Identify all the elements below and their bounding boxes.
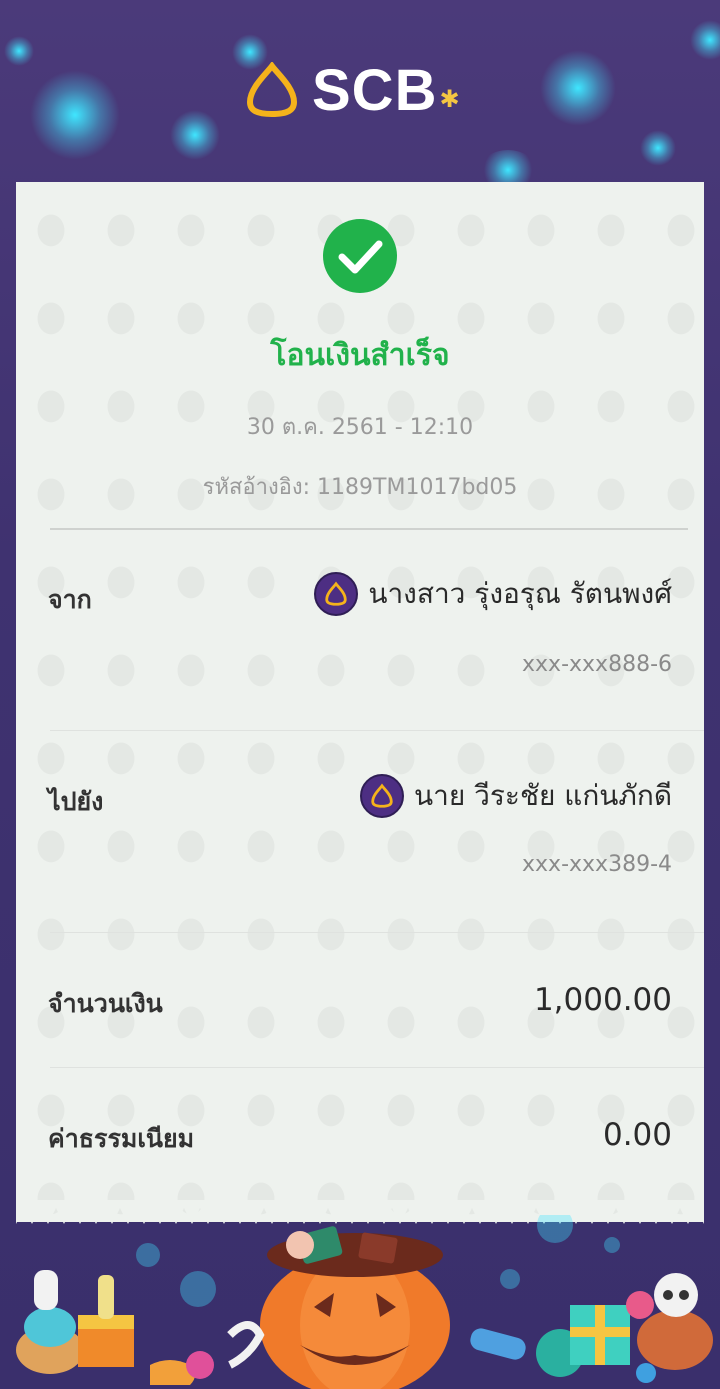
scb-bank-icon — [246, 62, 298, 118]
bokeh-light — [640, 130, 676, 166]
bokeh-light — [30, 70, 120, 160]
scb-bank-icon — [359, 774, 404, 818]
bokeh-light — [170, 110, 220, 160]
divider — [50, 528, 688, 530]
receipt-card: โอนเงินสำเร็จ 30 ต.ค. 2561 - 12:10 รหัสอ… — [16, 182, 704, 1222]
transaction-datetime: 30 ต.ค. 2561 - 12:10 — [246, 415, 474, 440]
check-circle-icon — [323, 219, 397, 293]
to-party: นาย วีระชัย แก่นภักดี — [359, 774, 672, 818]
fee-label: ค่าธรรมเนียม — [48, 1124, 195, 1153]
status-title: โอนเงินสำเร็จ — [270, 338, 450, 373]
from-label: จาก — [48, 585, 92, 614]
to-name: นาย วีระชัย แก่นภักดี — [413, 779, 672, 812]
divider — [50, 932, 704, 933]
amount-label: จำนวนเงิน — [48, 989, 163, 1018]
header: SCB ✱ — [0, 0, 720, 190]
from-account: xxx-xxx888-6 — [522, 652, 672, 677]
bokeh-light — [690, 20, 720, 60]
reference-line: รหัสอ้างอิง: 1189TM1017bd05 — [16, 469, 704, 504]
bokeh-light — [4, 36, 34, 66]
from-party: นางสาว รุ่งอรุณ รัตนพงศ์ — [314, 572, 672, 616]
scb-logo: SCB ✱ — [244, 57, 474, 123]
brand-name: SCB — [312, 57, 438, 123]
halloween-decoration — [16, 1215, 713, 1389]
scb-bank-icon — [314, 572, 359, 616]
to-label: ไปยัง — [48, 787, 104, 816]
amount-value: 1,000.00 — [533, 982, 672, 1018]
divider — [50, 1067, 704, 1068]
divider — [50, 730, 704, 731]
bokeh-light — [540, 50, 616, 126]
reference-value: 1189TM1017bd05 — [317, 475, 518, 500]
from-name: นางสาว รุ่งอรุณ รัตนพงศ์ — [368, 577, 672, 610]
sparkle-icon: ✱ — [439, 85, 460, 113]
to-account: xxx-xxx389-4 — [522, 852, 672, 877]
reference-label: รหัสอ้างอิง: — [202, 475, 311, 500]
fee-value: 0.00 — [602, 1117, 672, 1153]
